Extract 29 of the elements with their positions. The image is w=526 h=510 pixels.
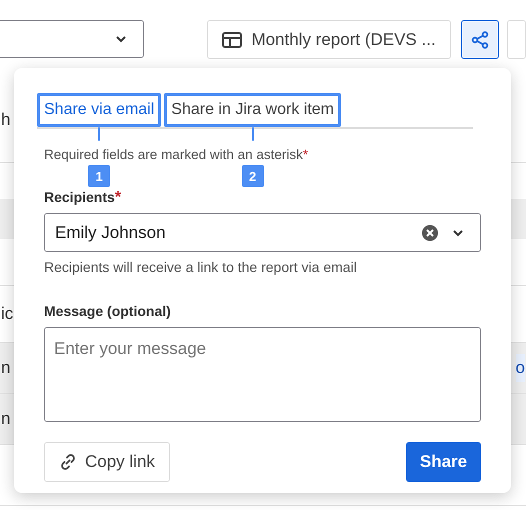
recipients-label: Recipients bbox=[44, 189, 115, 205]
chevron-down-icon bbox=[115, 35, 128, 43]
leader-line bbox=[98, 127, 100, 141]
recipients-field[interactable]: Emily Johnson bbox=[44, 213, 481, 252]
required-mark: * bbox=[114, 189, 122, 206]
share-button[interactable]: Share bbox=[406, 442, 481, 482]
leader-line bbox=[252, 127, 254, 141]
tab[interactable]: Share via email bbox=[37, 93, 162, 127]
dropdown[interactable] bbox=[0, 20, 144, 58]
table-icon bbox=[222, 32, 242, 48]
share-icon bbox=[470, 30, 489, 48]
chevron-down-icon[interactable] bbox=[452, 228, 464, 236]
row-text: n bbox=[1, 409, 10, 429]
callout-number: 2 bbox=[242, 165, 264, 187]
message-label: Message (optional) bbox=[44, 303, 171, 319]
row-text: h bbox=[1, 110, 10, 130]
message-field[interactable]: Enter your message bbox=[44, 327, 481, 422]
copy-link-button[interactable]: Copy link bbox=[44, 442, 170, 482]
row-text: ic bbox=[1, 304, 14, 324]
share-button[interactable] bbox=[460, 20, 499, 59]
row-text: o bbox=[516, 354, 525, 382]
link-icon bbox=[59, 453, 77, 471]
row-text: n bbox=[1, 358, 10, 378]
help-text: Recipients will receive a link to the report via email bbox=[44, 259, 358, 275]
required-note: Required fields are marked with an asterisk* bbox=[44, 147, 310, 162]
report-button[interactable]: Monthly report (DEVS ... bbox=[207, 20, 451, 59]
callout-number: 1 bbox=[88, 165, 110, 187]
tab[interactable]: Share in Jira work item bbox=[164, 93, 341, 127]
clear-icon[interactable] bbox=[422, 224, 438, 240]
